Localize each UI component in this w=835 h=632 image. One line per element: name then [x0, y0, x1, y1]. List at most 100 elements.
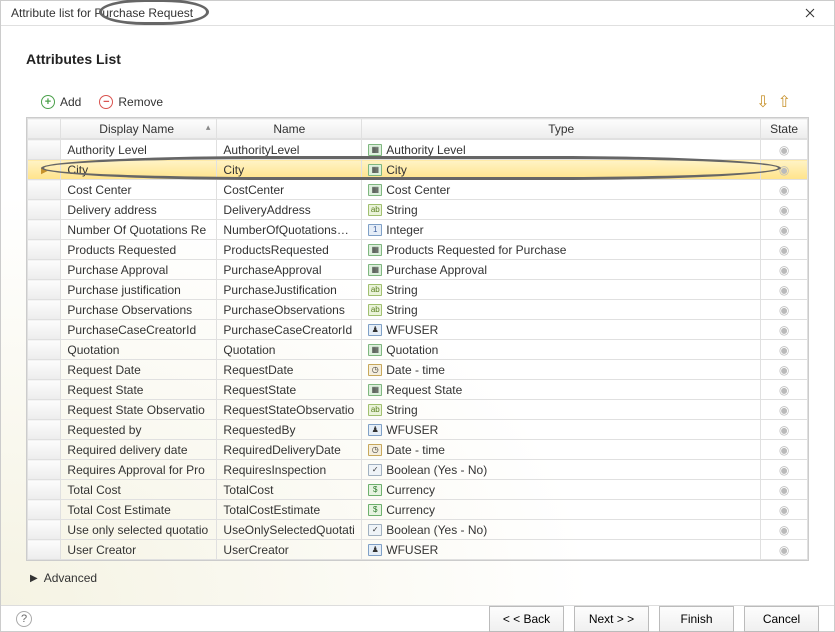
cell-type-text: Quotation [386, 343, 438, 357]
cell-state[interactable]: ◉ [761, 360, 808, 380]
col-state[interactable]: State [761, 119, 808, 139]
cell-display-name: Authority Level [61, 140, 217, 160]
cell-state[interactable]: ◉ [761, 420, 808, 440]
user-type-icon: ♟ [368, 424, 382, 436]
table-row[interactable]: Request State ObservatioRequestStateObse… [28, 400, 808, 420]
cell-type: ▦Products Requested for Purchase [362, 240, 761, 260]
table-row[interactable]: Request DateRequestDate◷Date - time◉ [28, 360, 808, 380]
cell-state[interactable]: ◉ [761, 180, 808, 200]
cell-state[interactable]: ◉ [761, 520, 808, 540]
next-button[interactable]: Next > > [574, 606, 649, 632]
cell-name: TotalCostEstimate [217, 500, 362, 520]
add-button[interactable]: + Add [36, 93, 86, 111]
cell-name: PurchaseJustification [217, 280, 362, 300]
table-body-scroll[interactable]: Authority LevelAuthorityLevel▦Authority … [27, 139, 808, 560]
col-indicator[interactable] [28, 119, 61, 139]
col-name[interactable]: Name [217, 119, 362, 139]
string-type-icon: ab [368, 404, 382, 416]
table-row[interactable]: Delivery addressDeliveryAddressabString◉ [28, 200, 808, 220]
row-indicator [28, 220, 61, 240]
table-row[interactable]: Request StateRequestState▦Request State◉ [28, 380, 808, 400]
cell-state[interactable]: ◉ [761, 460, 808, 480]
cell-state[interactable]: ◉ [761, 240, 808, 260]
row-indicator [28, 400, 61, 420]
back-button[interactable]: < < Back [489, 606, 564, 632]
col-type[interactable]: Type [362, 119, 761, 139]
table-row[interactable]: Purchase justificationPurchaseJustificat… [28, 280, 808, 300]
cell-state[interactable]: ◉ [761, 400, 808, 420]
toolbar: + Add − Remove ⇩ ⇧ [26, 87, 809, 117]
help-button[interactable]: ? [16, 611, 32, 627]
col-display-name[interactable]: Display Name▴ [61, 119, 217, 139]
table-row[interactable]: Quotation Quotation▦Quotation◉ [28, 340, 808, 360]
cell-state[interactable]: ◉ [761, 500, 808, 520]
cell-type: abString [362, 300, 761, 320]
table-row[interactable]: Requested byRequestedBy♟WFUSER◉ [28, 420, 808, 440]
cell-type: 1Integer [362, 220, 761, 240]
cell-state[interactable]: ◉ [761, 440, 808, 460]
table-row[interactable]: ▸CityCity▦City◉ [28, 160, 808, 180]
cell-type: ✓Boolean (Yes - No) [362, 520, 761, 540]
curr-type-icon: $ [368, 484, 382, 496]
cell-state[interactable]: ◉ [761, 220, 808, 240]
cancel-button[interactable]: Cancel [744, 606, 819, 632]
cell-display-name: Requires Approval for Pro [61, 460, 217, 480]
table-row[interactable]: PurchaseCaseCreatorIdPurchaseCaseCreator… [28, 320, 808, 340]
string-type-icon: ab [368, 284, 382, 296]
cell-state[interactable]: ◉ [761, 480, 808, 500]
add-label: Add [60, 95, 81, 109]
footer: ? < < Back Next > > Finish Cancel [1, 605, 834, 632]
table-row[interactable]: Cost CenterCostCenter▦Cost Center◉ [28, 180, 808, 200]
move-down-button[interactable]: ⇩ [756, 92, 769, 112]
cell-state[interactable]: ◉ [761, 160, 808, 180]
table-row[interactable]: Total Cost EstimateTotalCostEstimate$Cur… [28, 500, 808, 520]
finish-button[interactable]: Finish [659, 606, 734, 632]
cell-type: ▦Quotation [362, 340, 761, 360]
table-row[interactable]: Authority LevelAuthorityLevel▦Authority … [28, 140, 808, 160]
cell-name: RequestDate [217, 360, 362, 380]
cell-type-text: WFUSER [386, 543, 438, 557]
table-row[interactable]: Total CostTotalCost$Currency◉ [28, 480, 808, 500]
table-row[interactable]: Use only selected quotatioUseOnlySelecte… [28, 520, 808, 540]
remove-button[interactable]: − Remove [94, 93, 168, 111]
int-type-icon: 1 [368, 224, 382, 236]
cell-state[interactable]: ◉ [761, 380, 808, 400]
cell-type: abString [362, 280, 761, 300]
cell-display-name: Requested by [61, 420, 217, 440]
table-row[interactable]: Requires Approval for ProRequiresInspect… [28, 460, 808, 480]
cell-type: ▦Authority Level [362, 140, 761, 160]
pin-icon: ◉ [779, 503, 789, 517]
cell-type-text: Purchase Approval [386, 263, 487, 277]
table-row[interactable]: Required delivery dateRequiredDeliveryDa… [28, 440, 808, 460]
cell-type-text: WFUSER [386, 323, 438, 337]
move-up-button[interactable]: ⇧ [778, 92, 791, 112]
cell-state[interactable]: ◉ [761, 280, 808, 300]
table-row[interactable]: Purchase ObservationsPurchaseObservation… [28, 300, 808, 320]
cell-type: ▦Cost Center [362, 180, 761, 200]
cell-name: Quotation [217, 340, 362, 360]
advanced-toggle[interactable]: ▶ Advanced [26, 561, 809, 595]
pin-icon: ◉ [779, 163, 789, 177]
cell-name: RequiredDeliveryDate [217, 440, 362, 460]
user-type-icon: ♟ [368, 324, 382, 336]
table-row[interactable]: Number Of Quotations ReNumberOfQuotation… [28, 220, 808, 240]
table-row[interactable]: Purchase ApprovalPurchaseApproval▦Purcha… [28, 260, 808, 280]
table-row[interactable]: User CreatorUserCreator♟WFUSER◉ [28, 540, 808, 560]
cell-name: TotalCost [217, 480, 362, 500]
attribute-table: Display Name▴ Name Type State Authority … [26, 117, 809, 561]
cell-state[interactable]: ◉ [761, 540, 808, 560]
cell-state[interactable]: ◉ [761, 340, 808, 360]
cell-state[interactable]: ◉ [761, 140, 808, 160]
cell-state[interactable]: ◉ [761, 300, 808, 320]
cell-state[interactable]: ◉ [761, 320, 808, 340]
cell-display-name: Total Cost Estimate [61, 500, 217, 520]
entity-type-icon: ▦ [368, 264, 382, 276]
date-type-icon: ◷ [368, 444, 382, 456]
entity-type-icon: ▦ [368, 164, 382, 176]
cell-state[interactable]: ◉ [761, 200, 808, 220]
table-row[interactable]: Products RequestedProductsRequested▦Prod… [28, 240, 808, 260]
cell-state[interactable]: ◉ [761, 260, 808, 280]
add-icon: + [41, 95, 55, 109]
cell-name: UseOnlySelectedQuotati [217, 520, 362, 540]
close-button[interactable] [790, 1, 830, 25]
